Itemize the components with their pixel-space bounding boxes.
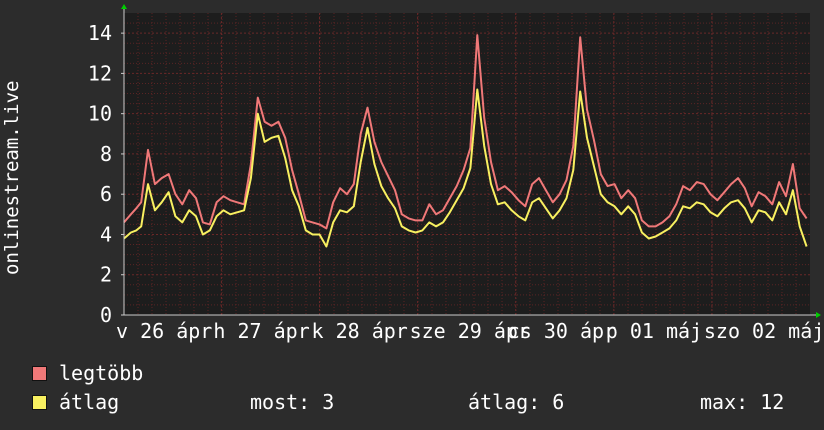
y-tick-label: 10 bbox=[88, 102, 112, 126]
stat-now: most: 3 bbox=[250, 390, 335, 414]
x-tick-label: cs 30 ápr bbox=[508, 319, 616, 343]
x-axis-arrow-icon bbox=[816, 312, 821, 318]
y-tick-label: 12 bbox=[88, 61, 112, 85]
legend-item-avg: átlag bbox=[32, 390, 119, 414]
x-tick-label: v 26 ápr bbox=[116, 319, 212, 343]
y-tick-label: 4 bbox=[100, 222, 112, 246]
legend-swatch-avg bbox=[32, 394, 47, 410]
y-tick-label: 14 bbox=[88, 21, 112, 45]
legend-label-max: legtöbb bbox=[59, 361, 144, 385]
y-axis-arrow-icon bbox=[121, 4, 127, 9]
y-axis-label-text: onlinestream.live bbox=[1, 80, 23, 275]
y-tick-label: 6 bbox=[100, 182, 112, 206]
legend-swatch-max bbox=[32, 365, 47, 381]
y-tick-label: 0 bbox=[100, 303, 112, 327]
x-tick-label: h 27 ápr bbox=[213, 319, 309, 343]
stat-max: max: 12 bbox=[700, 390, 785, 414]
graph-root: 0 2 4 6 8 10 12 14 v 26 ápr h 27 ápr k 28 ápr sze 2… bbox=[0, 0, 824, 430]
y-tick-label: 2 bbox=[100, 263, 112, 287]
legend-label-avg: átlag bbox=[59, 390, 120, 414]
y-tick-label: 8 bbox=[100, 142, 112, 166]
x-tick-label: p 01 máj bbox=[606, 319, 702, 343]
stat-avg: átlag: 6 bbox=[468, 390, 565, 414]
x-tick-label: szo 02 máj bbox=[704, 319, 824, 343]
legend-item-max: legtöbb bbox=[32, 361, 143, 385]
x-tick-label: k 28 ápr bbox=[312, 319, 408, 343]
plot-area: 02468101214v 26 ápr h 27 ápr k 28 ápr sze 2… bbox=[88, 4, 824, 343]
